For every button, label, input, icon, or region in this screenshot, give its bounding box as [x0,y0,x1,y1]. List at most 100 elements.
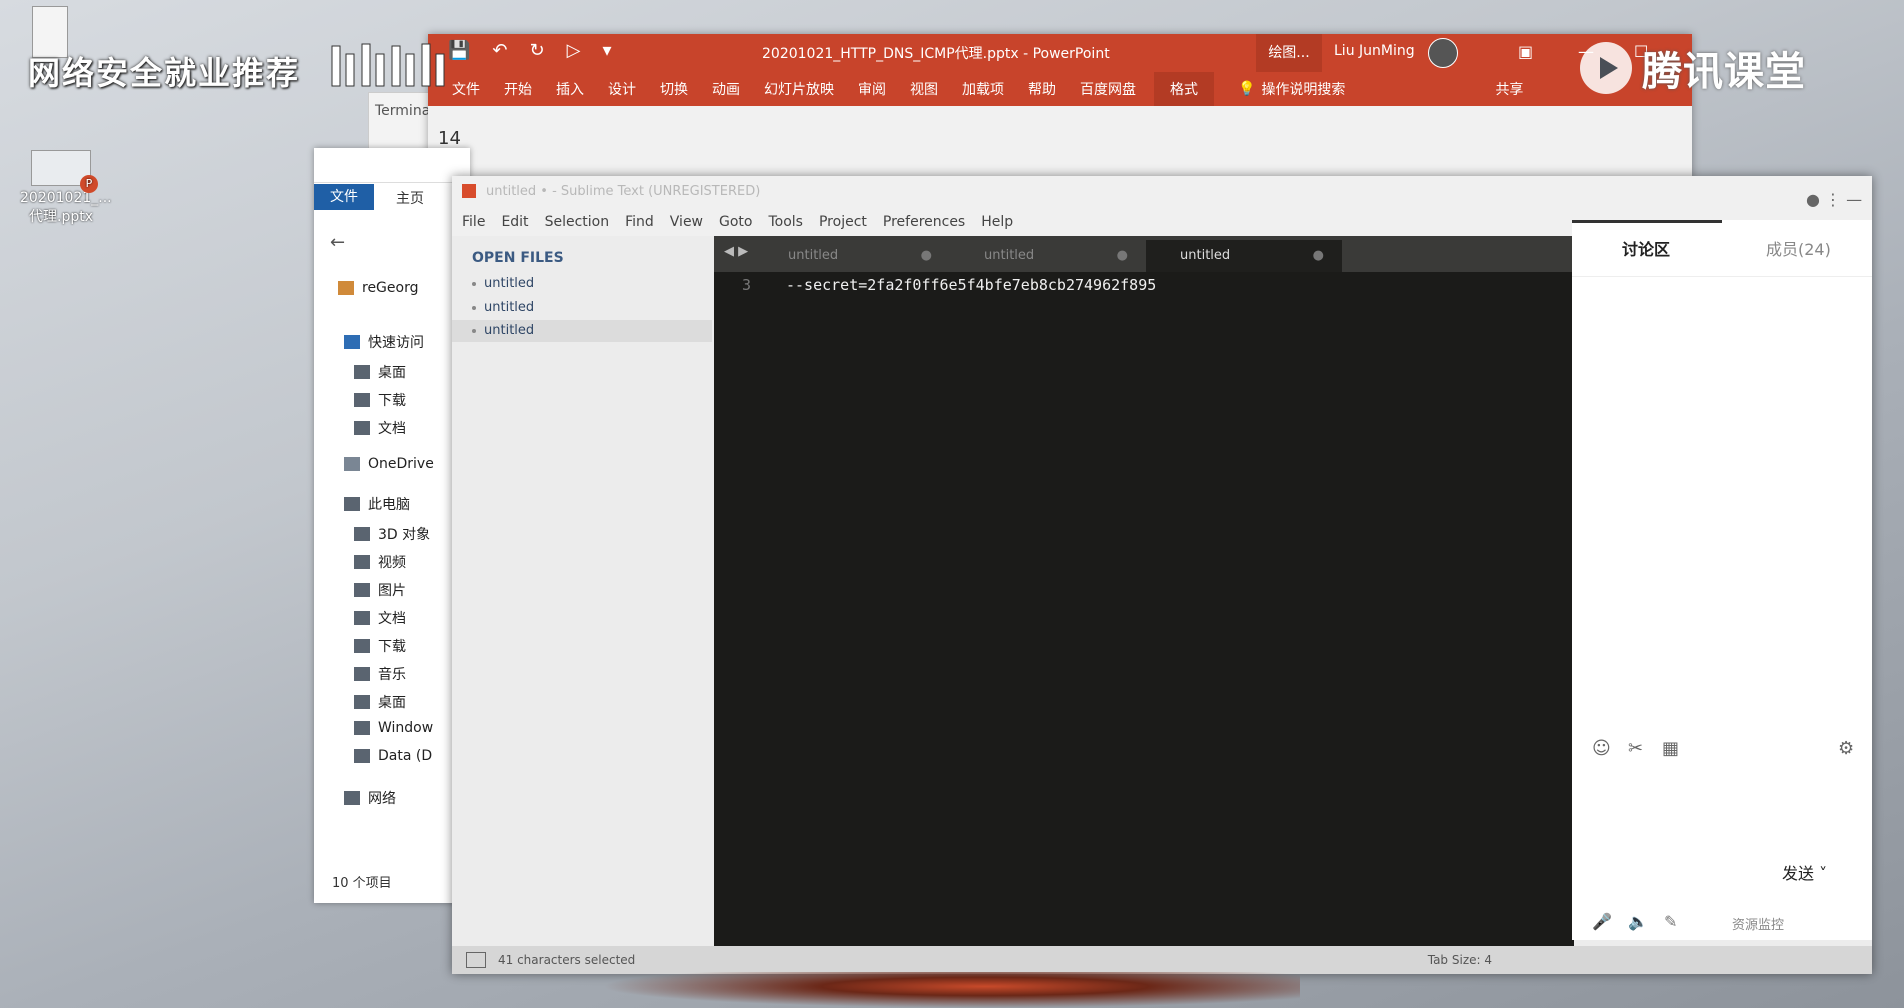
ribbon-tab[interactable]: 动画 [712,79,740,99]
drive-icon [354,749,370,763]
computer-icon [344,497,360,511]
ribbon-display-icon[interactable]: ▣ [1518,42,1533,61]
nav-onedrive[interactable]: OneDrive [344,456,434,472]
back-arrow-icon[interactable]: ← [330,232,345,253]
share-button[interactable]: 共享 [1495,79,1523,99]
ppt-quick-access: 💾 ↶ ↻ ▷ ▾ [448,40,612,61]
ribbon-tab[interactable]: 加载项 [962,79,1004,99]
pen-icon[interactable]: ✎ [1664,912,1677,931]
tab-scroll-arrows-icon[interactable]: ◀ ▶ [724,244,748,259]
tab-discussion[interactable]: 讨论区 [1622,236,1670,260]
nav-desktop[interactable]: 桌面 [354,362,406,382]
send-button[interactable]: 发送 ˅ [1782,860,1827,884]
settings-icon[interactable]: ⚙ [1838,738,1854,759]
menu-preferences[interactable]: Preferences [883,214,965,230]
menu-goto[interactable]: Goto [719,214,752,230]
save-icon[interactable]: 💾 [448,40,470,61]
ribbon-tab[interactable]: 开始 [504,79,532,99]
present-icon[interactable]: ▷ [567,40,581,61]
undo-icon[interactable]: ↶ [492,40,507,61]
nav-documents[interactable]: 文档 [354,418,406,438]
folder-icon [338,281,354,295]
tab-size-status[interactable]: Tab Size: 4 [1428,953,1492,967]
line-number: 3 [742,276,752,294]
chat-window-controls[interactable]: ● ⋮ — [1806,190,1862,209]
nav-pictures[interactable]: 图片 [354,580,406,600]
code-editor[interactable]: 3 --secret=2fa2f0ff6e5f4bfe7eb8cb274962f… [714,272,1574,946]
explorer-tab-home[interactable]: 主页 [396,188,424,208]
ppt-user-name[interactable]: Liu JunMing [1334,43,1415,59]
open-file-label: untitled [484,276,535,291]
ribbon-tab[interactable]: 设计 [608,79,636,99]
ribbon-tab[interactable]: 幻灯片放映 [764,79,834,99]
menu-project[interactable]: Project [819,214,867,230]
redo-icon[interactable]: ↻ [530,40,545,61]
download-icon [354,639,370,653]
menu-file[interactable]: File [462,214,485,230]
emoji-icon[interactable]: ☺ [1592,738,1611,759]
ppt-context-tab[interactable]: 绘图... [1256,34,1322,72]
cloud-icon [344,457,360,471]
customize-qat-icon[interactable]: ▾ [602,40,611,61]
chat-panel[interactable]: 讨论区 成员(24) ☺ ✂ ▦ ⚙ 发送 ˅ 🎤 🔈 ✎ 资源监控 [1572,220,1872,940]
file-explorer-window[interactable]: 文件 主页 ← reGeorg 快速访问 桌面 下载 文档 OneDrive 此… [314,148,470,903]
nav-quick-access[interactable]: 快速访问 [344,332,424,352]
cube-icon [354,527,370,541]
open-file-item[interactable]: untitled [472,276,712,291]
nav-label: 文档 [378,421,406,437]
nav-label: 此电脑 [368,497,410,513]
explorer-root-folder[interactable]: reGeorg [338,280,419,296]
open-file-item-active[interactable]: untitled [452,320,712,342]
editor-tab-active[interactable]: untitled ● [1146,240,1342,272]
nav-documents-pc[interactable]: 文档 [354,608,406,628]
menu-view[interactable]: View [670,214,703,230]
explorer-tab-file[interactable]: 文件 [314,184,374,210]
code-line[interactable]: --secret=2fa2f0ff6e5f4bfe7eb8cb274962f89… [786,276,1156,294]
menu-find[interactable]: Find [625,214,654,230]
menu-selection[interactable]: Selection [545,214,610,230]
nav-videos[interactable]: 视频 [354,552,406,572]
nav-label: 视频 [378,555,406,571]
menu-help[interactable]: Help [981,214,1013,230]
ribbon-tab[interactable]: 审阅 [858,79,886,99]
ribbon-tab[interactable]: 文件 [452,79,480,99]
editor-tab[interactable]: untitled ● [950,240,1146,272]
ribbon-tab-format[interactable]: 格式 [1154,70,1214,108]
nav-windows-drive[interactable]: Window [354,720,433,736]
scissors-icon[interactable]: ✂ [1628,738,1643,759]
menu-tools[interactable]: Tools [768,214,803,230]
tab-dirty-icon[interactable]: ● [1313,240,1324,272]
editor-tab[interactable]: untitled ● [754,240,950,272]
desktop-wallpaper-detail [600,972,1300,1008]
panel-toggle-icon[interactable] [466,952,486,968]
nav-desktop-pc[interactable]: 桌面 [354,692,406,712]
ribbon-tab[interactable]: 插入 [556,79,584,99]
powerpoint-window[interactable]: 💾 ↶ ↻ ▷ ▾ 20201021_HTTP_DNS_ICMP代理.pptx … [428,34,1692,179]
ribbon-tab[interactable]: 百度网盘 [1080,79,1136,99]
menu-edit[interactable]: Edit [501,214,528,230]
tab-members[interactable]: 成员(24) [1766,236,1831,260]
nav-3d-objects[interactable]: 3D 对象 [354,524,430,544]
play-logo-icon [1580,42,1632,94]
nav-network[interactable]: 网络 [344,788,396,808]
microphone-icon[interactable]: 🎤 [1592,912,1612,931]
tab-dirty-icon[interactable]: ● [921,240,932,272]
ribbon-tab[interactable]: 视图 [910,79,938,99]
tell-me-search[interactable]: 操作说明搜索 [1261,79,1345,99]
slide-number[interactable]: 14 [438,128,461,149]
speaker-icon[interactable]: 🔈 [1628,912,1648,931]
explorer-root-label: reGeorg [362,280,419,296]
nav-music[interactable]: 音乐 [354,664,406,684]
desktop-pptx-file[interactable]: 20201021_...代理.pptx [20,150,112,226]
tab-dirty-icon[interactable]: ● [1117,240,1128,272]
nav-this-pc[interactable]: 此电脑 [344,494,410,514]
nav-downloads[interactable]: 下载 [354,390,406,410]
resource-monitor[interactable]: 资源监控 [1732,914,1784,933]
nav-data-drive[interactable]: Data (D [354,748,432,764]
open-file-item[interactable]: untitled [472,300,712,315]
ribbon-tab[interactable]: 帮助 [1028,79,1056,99]
avatar[interactable] [1428,38,1458,68]
nav-downloads-pc[interactable]: 下载 [354,636,406,656]
image-icon[interactable]: ▦ [1662,738,1679,759]
ribbon-tab[interactable]: 切换 [660,79,688,99]
